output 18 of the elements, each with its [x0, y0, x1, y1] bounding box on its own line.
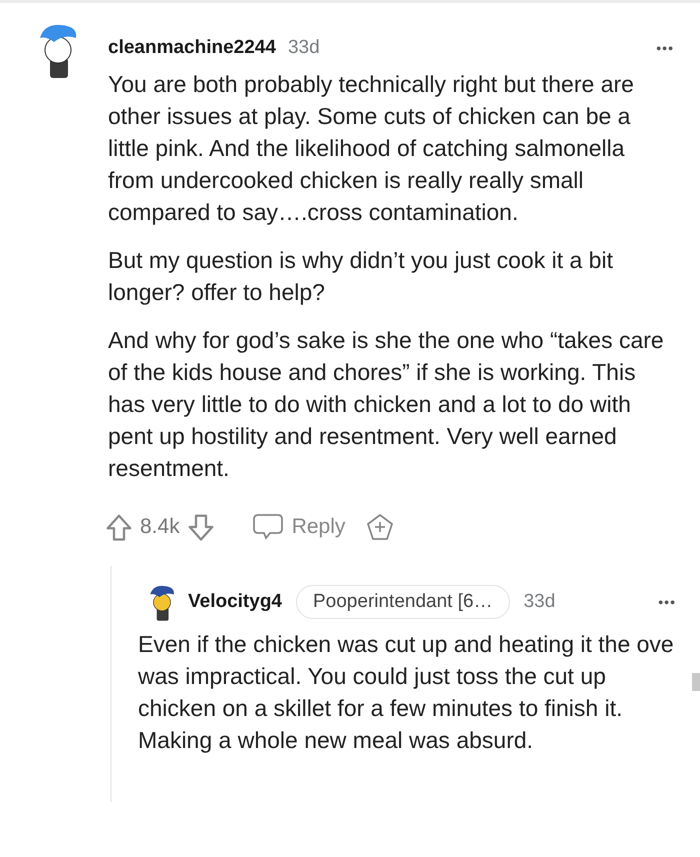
comment-icon [252, 513, 284, 541]
downvote-icon[interactable] [186, 512, 216, 542]
username[interactable]: Velocityg4 [188, 591, 282, 613]
upvote-icon[interactable] [104, 512, 134, 542]
vote-count: 8.4k [140, 515, 180, 539]
username[interactable]: cleanmachine2244 [108, 37, 276, 59]
reply-button[interactable]: Reply [252, 513, 346, 541]
comment-text: You are both probably technically right but there are other issues at play. Some cuts of chicken can be a little pink. And the likelihood of catching salmonella from undercooked chicken is really really small compared to say….cross contamination. [108, 70, 635, 227]
timestamp: 33d [524, 591, 556, 613]
user-flair: Pooperintendant [6… [296, 585, 510, 619]
timestamp: 33d [288, 37, 320, 59]
comment-text: And why for god’s sake is she the one who “takes care of the kids house and chores” if she is working. This has very little to do with chicken and a lot to do with pent up hostility and resentment. Very well earned resentment. [108, 326, 665, 483]
more-options-button[interactable]: ••• [656, 594, 678, 610]
scrollbar-thumb[interactable] [692, 673, 700, 691]
comment-text: But my question is why didn’t you just cook it a bit longer? offer to help? [108, 246, 614, 307]
comment-text: Even if the chicken was cut up and heating it the ove was impractical. You could just toss the cut up chicken on a skillet for a few minutes to finish it. Making a whole new meal was absurd. [138, 630, 675, 755]
more-options-button[interactable]: ••• [654, 40, 676, 56]
award-icon[interactable] [365, 512, 396, 542]
